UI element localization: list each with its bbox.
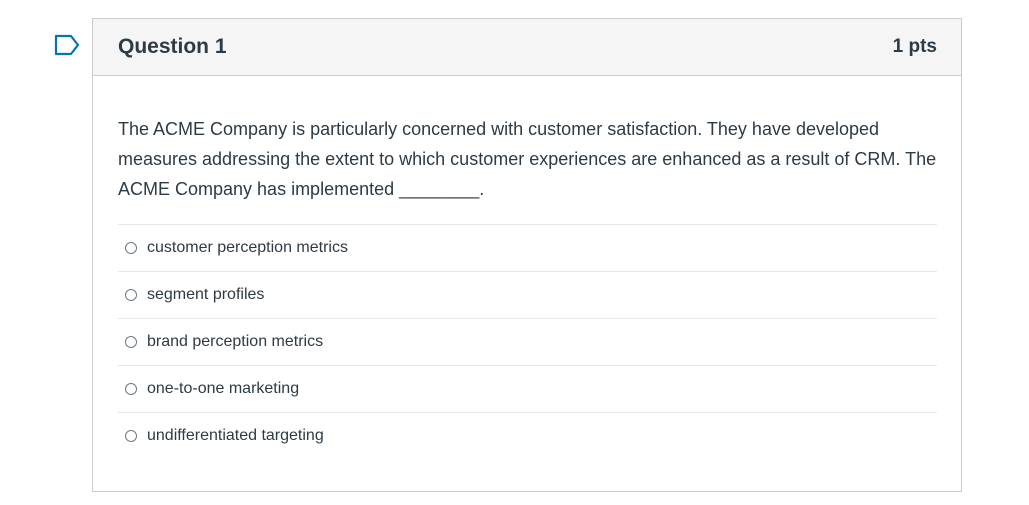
question-points: 1 pts xyxy=(892,36,937,57)
answer-label[interactable]: customer perception metrics xyxy=(147,239,348,257)
question-text: The ACME Company is particularly concern… xyxy=(118,119,937,199)
flag-question-icon[interactable] xyxy=(54,34,80,56)
answer-label[interactable]: one-to-one marketing xyxy=(147,380,299,398)
answer-label[interactable]: brand perception metrics xyxy=(147,333,323,351)
radio-button[interactable] xyxy=(125,336,137,348)
radio-button[interactable] xyxy=(125,430,137,442)
question-body: The ACME Company is particularly concern… xyxy=(93,76,961,459)
answer-option[interactable]: brand perception metrics xyxy=(118,319,937,366)
answer-list: customer perception metrics segment prof… xyxy=(118,224,937,459)
question-title: Question 1 xyxy=(118,35,227,58)
answer-option[interactable]: one-to-one marketing xyxy=(118,366,937,413)
answer-option[interactable]: undifferentiated targeting xyxy=(118,413,937,459)
question-card: Question 1 1 pts The ACME Company is par… xyxy=(92,18,962,492)
question-header: Question 1 1 pts xyxy=(93,19,961,76)
radio-button[interactable] xyxy=(125,383,137,395)
answer-option[interactable]: segment profiles xyxy=(118,272,937,319)
radio-button[interactable] xyxy=(125,242,137,254)
radio-button[interactable] xyxy=(125,289,137,301)
answer-label[interactable]: undifferentiated targeting xyxy=(147,427,324,445)
answer-label[interactable]: segment profiles xyxy=(147,286,264,304)
answer-option[interactable]: customer perception metrics xyxy=(118,225,937,272)
